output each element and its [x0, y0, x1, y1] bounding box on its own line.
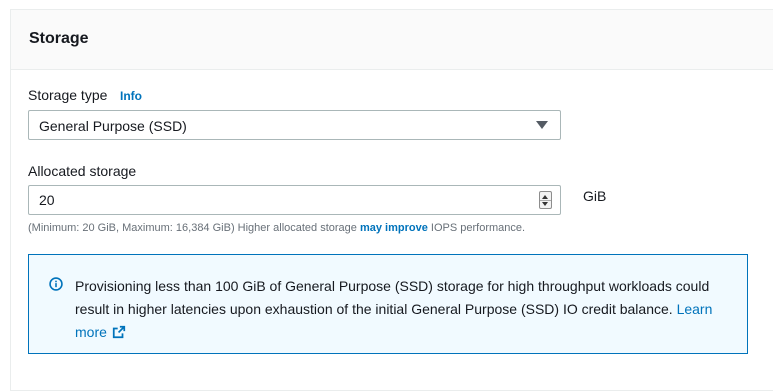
storage-type-select[interactable]: General Purpose (SSD)	[28, 110, 561, 140]
allocated-storage-hint: (Minimum: 20 GiB, Maximum: 16,384 GiB) H…	[28, 222, 525, 234]
alert-message-text: Provisioning less than 100 GiB of Genera…	[75, 278, 710, 317]
panel-title: Storage	[29, 30, 89, 47]
allocated-storage-input[interactable]	[29, 186, 529, 214]
may-improve-link[interactable]: may improve	[360, 222, 428, 234]
alert-message: Provisioning less than 100 GiB of Genera…	[75, 275, 735, 344]
caret-down-icon	[536, 121, 548, 129]
increment-arrow-icon[interactable]	[542, 195, 548, 199]
panel-header: Storage	[11, 10, 773, 70]
number-spinner[interactable]	[539, 191, 552, 209]
storage-type-selected-value: General Purpose (SSD)	[39, 118, 187, 134]
hint-suffix: IOPS performance.	[427, 222, 526, 234]
allocated-storage-label: Allocated storage	[28, 163, 137, 179]
allocated-storage-field[interactable]	[28, 185, 561, 215]
info-circle-icon	[49, 277, 63, 291]
info-alert: Provisioning less than 100 GiB of Genera…	[28, 254, 748, 354]
storage-type-info-link[interactable]: Info	[120, 89, 142, 103]
external-link-icon	[112, 325, 126, 339]
storage-type-label: Storage type	[28, 87, 108, 103]
spinner-divider	[540, 200, 551, 201]
storage-unit-label: GiB	[583, 188, 607, 204]
decrement-arrow-icon[interactable]	[542, 202, 548, 206]
hint-prefix: (Minimum: 20 GiB, Maximum: 16,384 GiB) H…	[28, 222, 360, 234]
